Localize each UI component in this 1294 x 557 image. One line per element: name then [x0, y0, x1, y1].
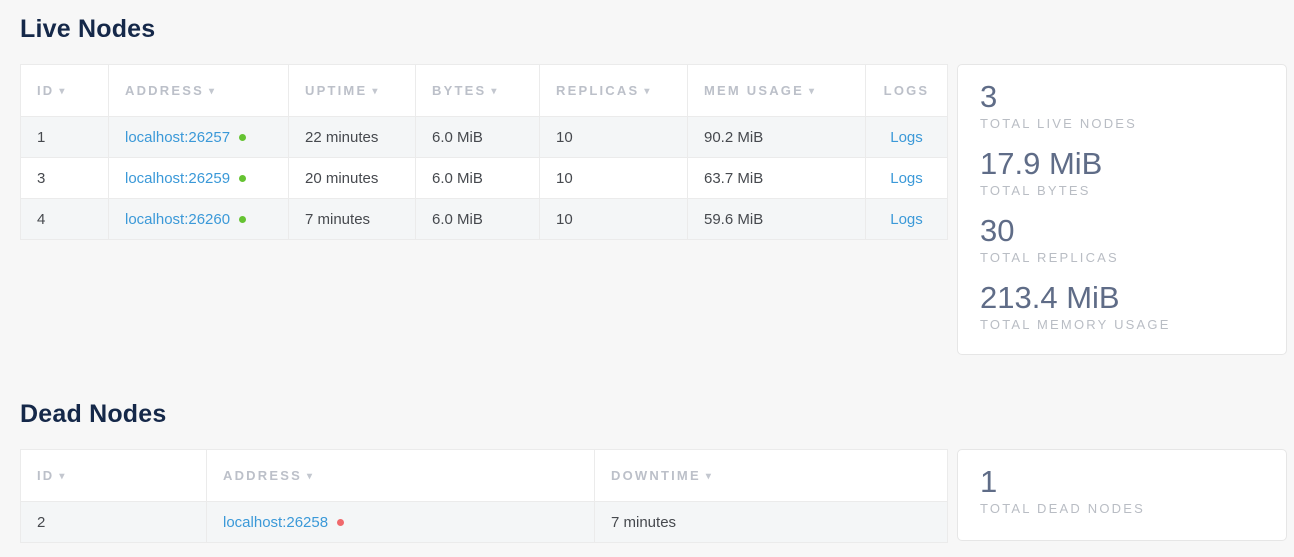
summary-item: 1 TOTAL DEAD NODES	[980, 463, 1264, 517]
summary-item: 213.4 MiB TOTAL MEMORY USAGE	[980, 279, 1264, 333]
column-header-downtime[interactable]: DOWNTIME ▾	[595, 450, 948, 502]
dead-nodes-summary-panel: 1 TOTAL DEAD NODES	[957, 449, 1287, 541]
logs-link[interactable]: Logs	[890, 211, 923, 228]
node-address-cell: localhost:26259	[109, 158, 289, 199]
column-header-replicas[interactable]: REPLICAS ▾	[540, 65, 688, 117]
column-header-label: MEM USAGE	[704, 83, 804, 98]
column-header-label: BYTES	[432, 83, 486, 98]
column-header-uptime[interactable]: UPTIME ▾	[289, 65, 416, 117]
dead-table-header-row: ID ▾ ADDRESS ▾ DOWNTIME ▾	[21, 450, 948, 502]
node-live-status-icon	[239, 134, 246, 141]
summary-label: TOTAL REPLICAS	[980, 250, 1264, 266]
column-header-address[interactable]: ADDRESS ▾	[207, 450, 595, 502]
node-address-link[interactable]: localhost:26260	[125, 211, 230, 228]
column-header-logs: LOGS	[866, 65, 948, 117]
node-live-status-icon	[239, 216, 246, 223]
live-nodes-table: ID ▾ ADDRESS ▾ UPTIME ▾ BYTES ▾ REPLICAS ▾ ME…	[20, 64, 948, 240]
table-row: 1 localhost:26257 22 minutes 6.0 MiB 10 …	[21, 117, 948, 158]
sort-arrow-icon: ▾	[372, 86, 379, 97]
node-uptime-cell: 20 minutes	[289, 158, 416, 199]
sort-arrow-icon: ▾	[59, 471, 66, 482]
summary-value: 3	[980, 78, 1264, 115]
column-header-label: UPTIME	[305, 83, 367, 98]
node-bytes-cell: 6.0 MiB	[416, 199, 540, 240]
node-id-cell: 4	[21, 199, 109, 240]
node-address-link[interactable]: localhost:26259	[125, 170, 230, 187]
node-logs-cell: Logs	[866, 158, 948, 199]
column-header-label: ID	[37, 468, 54, 483]
dead-nodes-section: ID ▾ ADDRESS ▾ DOWNTIME ▾ 2 localhost:26258…	[20, 449, 1287, 543]
node-address-cell: localhost:26260	[109, 199, 289, 240]
dead-nodes-title: Dead Nodes	[20, 399, 1287, 429]
node-id-cell: 3	[21, 158, 109, 199]
node-mem-usage-cell: 59.6 MiB	[688, 199, 866, 240]
summary-value: 17.9 MiB	[980, 145, 1264, 182]
node-uptime-cell: 7 minutes	[289, 199, 416, 240]
column-header-address[interactable]: ADDRESS ▾	[109, 65, 289, 117]
live-table-header-row: ID ▾ ADDRESS ▾ UPTIME ▾ BYTES ▾ REPLICAS ▾ ME…	[21, 65, 948, 117]
node-address-link[interactable]: localhost:26257	[125, 129, 230, 146]
summary-value: 213.4 MiB	[980, 279, 1264, 316]
sort-arrow-icon: ▾	[307, 471, 314, 482]
node-replicas-cell: 10	[540, 117, 688, 158]
sort-arrow-icon: ▾	[706, 471, 713, 482]
column-header-bytes[interactable]: BYTES ▾	[416, 65, 540, 117]
column-header-label: ADDRESS	[125, 83, 204, 98]
node-downtime-cell: 7 minutes	[595, 502, 948, 543]
summary-item: 30 TOTAL REPLICAS	[980, 212, 1264, 266]
node-dead-status-icon	[337, 519, 344, 526]
summary-value: 30	[980, 212, 1264, 249]
column-header-label: ID	[37, 83, 54, 98]
summary-label: TOTAL LIVE NODES	[980, 116, 1264, 132]
column-header-id[interactable]: ID ▾	[21, 65, 109, 117]
node-address-link[interactable]: localhost:26258	[223, 514, 328, 531]
table-row: 4 localhost:26260 7 minutes 6.0 MiB 10 5…	[21, 199, 948, 240]
node-logs-cell: Logs	[866, 199, 948, 240]
sort-arrow-icon: ▾	[209, 86, 216, 97]
nodes-overview-page: Live Nodes ID ▾ ADDRESS ▾ UPTIME ▾ BYTES ▾ R…	[0, 0, 1294, 543]
node-id-cell: 2	[21, 502, 207, 543]
logs-link[interactable]: Logs	[890, 170, 923, 187]
summary-label: TOTAL MEMORY USAGE	[980, 317, 1264, 333]
node-bytes-cell: 6.0 MiB	[416, 117, 540, 158]
summary-label: TOTAL DEAD NODES	[980, 501, 1264, 517]
summary-item: 3 TOTAL LIVE NODES	[980, 78, 1264, 132]
node-address-cell: localhost:26258	[207, 502, 595, 543]
node-uptime-cell: 22 minutes	[289, 117, 416, 158]
node-bytes-cell: 6.0 MiB	[416, 158, 540, 199]
node-replicas-cell: 10	[540, 158, 688, 199]
sort-arrow-icon: ▾	[809, 86, 816, 97]
table-row: 2 localhost:26258 7 minutes	[21, 502, 948, 543]
node-logs-cell: Logs	[866, 117, 948, 158]
summary-item: 17.9 MiB TOTAL BYTES	[980, 145, 1264, 199]
column-header-label: LOGS	[884, 83, 930, 98]
dead-nodes-table: ID ▾ ADDRESS ▾ DOWNTIME ▾ 2 localhost:26258…	[20, 449, 948, 543]
node-mem-usage-cell: 63.7 MiB	[688, 158, 866, 199]
summary-label: TOTAL BYTES	[980, 183, 1264, 199]
node-id-cell: 1	[21, 117, 109, 158]
column-header-label: ADDRESS	[223, 468, 302, 483]
node-mem-usage-cell: 90.2 MiB	[688, 117, 866, 158]
node-live-status-icon	[239, 175, 246, 182]
node-replicas-cell: 10	[540, 199, 688, 240]
sort-arrow-icon: ▾	[644, 86, 651, 97]
node-address-cell: localhost:26257	[109, 117, 289, 158]
live-nodes-section: ID ▾ ADDRESS ▾ UPTIME ▾ BYTES ▾ REPLICAS ▾ ME…	[20, 64, 1287, 355]
column-header-label: DOWNTIME	[611, 468, 701, 483]
summary-value: 1	[980, 463, 1264, 500]
column-header-id[interactable]: ID ▾	[21, 450, 207, 502]
logs-link[interactable]: Logs	[890, 129, 923, 146]
sort-arrow-icon: ▾	[59, 86, 66, 97]
column-header-label: REPLICAS	[556, 83, 639, 98]
live-nodes-summary-panel: 3 TOTAL LIVE NODES 17.9 MiB TOTAL BYTES …	[957, 64, 1287, 355]
sort-arrow-icon: ▾	[491, 86, 498, 97]
table-row: 3 localhost:26259 20 minutes 6.0 MiB 10 …	[21, 158, 948, 199]
column-header-mem-usage[interactable]: MEM USAGE ▾	[688, 65, 866, 117]
live-nodes-title: Live Nodes	[20, 14, 1287, 44]
